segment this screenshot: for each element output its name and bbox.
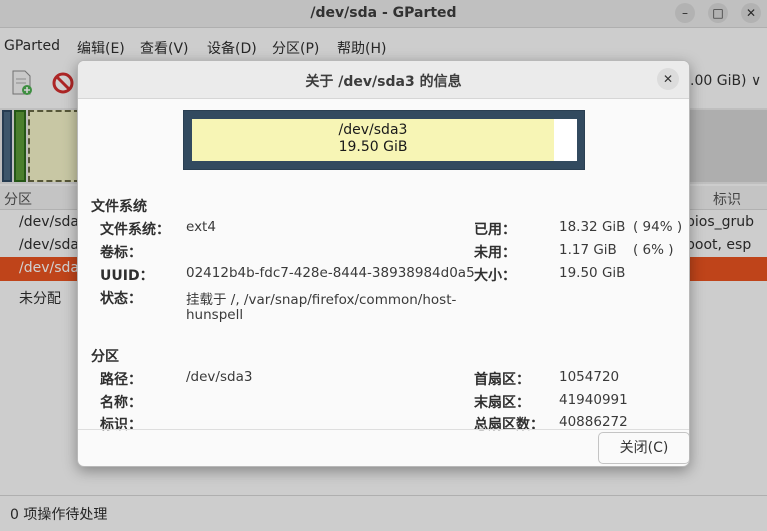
graphic-partition-name: /dev/sda3 [338, 122, 408, 138]
uuid-value: 02412b4b-fdc7-428e-8444-38938984d0a5 [186, 265, 475, 281]
first-sector-value: 1054720 [559, 369, 620, 385]
dialog-content-divider [78, 429, 689, 430]
size-value: 19.50 GiB [559, 265, 626, 281]
flags-label: 标识： [100, 417, 142, 433]
last-sector-label: 末扇区： [474, 395, 530, 411]
dialog-header: 关于 /dev/sda3 的信息 ✕ [78, 61, 689, 99]
unused-percent: ( 6% ) [633, 242, 674, 258]
used-percent: ( 94% ) [633, 219, 683, 235]
filesystem-label: 文件系统： [100, 222, 170, 238]
used-label: 已用： [474, 222, 516, 238]
partition-graphic-label: /dev/sda3 19.50 GiB [192, 122, 554, 156]
volume-label-label: 卷标： [100, 245, 142, 261]
total-sectors-label: 总扇区数： [474, 417, 544, 433]
used-value: 18.32 GiB [559, 219, 626, 235]
last-sector-value: 41940991 [559, 392, 628, 408]
filesystem-section-title: 文件系统 [91, 199, 147, 215]
dialog-close-icon[interactable]: ✕ [657, 68, 679, 90]
name-label: 名称： [100, 395, 142, 411]
first-sector-label: 首扇区： [474, 372, 530, 388]
filesystem-value: ext4 [186, 219, 216, 235]
partition-section-title: 分区 [91, 349, 119, 365]
graphic-partition-size: 19.50 GiB [338, 139, 408, 155]
path-label: 路径： [100, 372, 142, 388]
status-value-line-1: 挂载于 /, /var/snap/firefox/common/host- [186, 292, 457, 308]
status-label: 状态： [100, 291, 142, 307]
unused-value: 1.17 GiB [559, 242, 617, 258]
dialog-title: 关于 /dev/sda3 的信息 [305, 74, 462, 90]
uuid-label: UUID： [100, 268, 154, 284]
free-space-bar [554, 119, 577, 161]
status-value-line-2: hunspell [186, 307, 244, 323]
partition-info-dialog: 关于 /dev/sda3 的信息 ✕ /dev/sda3 19.50 GiB 文… [77, 60, 690, 467]
close-button[interactable]: 关闭(C) [598, 432, 689, 464]
path-value: /dev/sda3 [186, 369, 253, 385]
partition-usage-graphic: /dev/sda3 19.50 GiB [183, 110, 585, 170]
size-label: 大小： [474, 268, 516, 284]
total-sectors-value: 40886272 [559, 414, 628, 430]
unused-label: 未用： [474, 245, 516, 261]
